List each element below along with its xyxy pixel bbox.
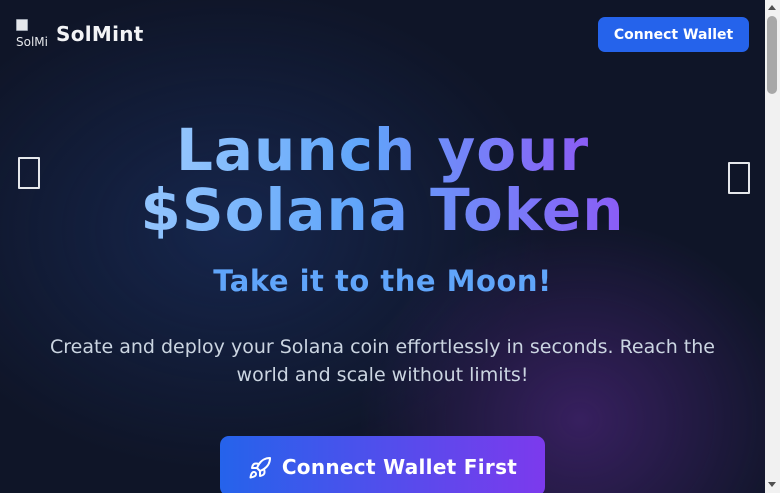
subheadline: Take it to the Moon! [213, 264, 552, 298]
logo-image[interactable]: SolMint [16, 18, 47, 49]
scroll-up-arrow-icon[interactable] [768, 5, 776, 10]
page: SolMint SolMint Connect Wallet Launch yo… [0, 0, 765, 493]
rocket-icon [249, 456, 271, 479]
brand-name[interactable]: SolMint [56, 22, 144, 46]
scrollbar[interactable] [765, 0, 780, 493]
scroll-thumb[interactable] [767, 16, 777, 94]
description: Create and deploy your Solana coin effor… [50, 336, 715, 386]
logo-alt-text: SolMint [16, 35, 47, 49]
headline-line-1: Launch your [175, 116, 590, 184]
connect-wallet-button[interactable]: Connect Wallet [598, 17, 749, 52]
headline-line-2: $Solana Token [140, 176, 625, 244]
cta-label: Connect Wallet First [281, 455, 518, 479]
broken-image-icon [16, 19, 28, 31]
scroll-down-arrow-icon[interactable] [768, 482, 776, 487]
connect-wallet-first-button[interactable]: Connect Wallet First [220, 436, 545, 493]
